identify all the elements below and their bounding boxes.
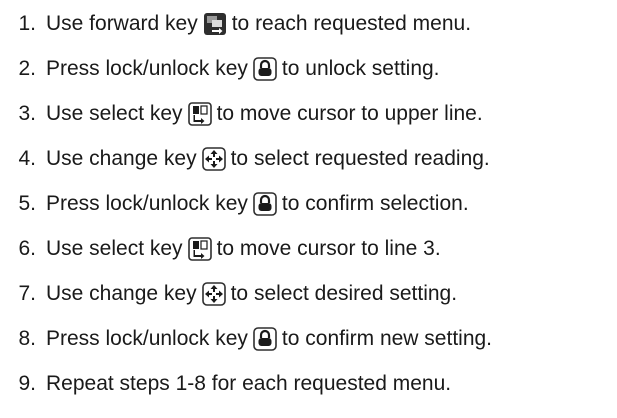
- step-text-before: Use change key: [46, 282, 197, 305]
- step-4: 4. Use change key to select requested re…: [0, 139, 490, 179]
- select-key-icon: [187, 102, 212, 126]
- change-key-icon: [201, 282, 226, 306]
- step-text-after: to move cursor to line 3.: [216, 237, 441, 260]
- step-text-before: Use select key: [46, 237, 183, 260]
- step-text-before: Press lock/unlock key: [46, 57, 248, 80]
- step-9: 9. Repeat steps 1-8 for each requested m…: [0, 364, 451, 404]
- step-text-before: Use select key: [46, 102, 183, 125]
- change-key-icon: [201, 147, 226, 171]
- step-number: 2.: [18, 57, 36, 80]
- step-text-after: to reach requested menu.: [231, 12, 472, 35]
- step-5: 5. Press lock/unlock key to confirm sele…: [0, 184, 469, 224]
- step-number: 7.: [18, 282, 36, 305]
- step-6: 6. Use select key to move cursor to line…: [0, 229, 441, 269]
- forward-key-icon: [203, 12, 227, 36]
- step-2: 2. Press lock/unlock key to unlock setti…: [0, 49, 440, 89]
- step-text-after: to select desired setting.: [230, 282, 458, 305]
- lock-unlock-key-icon: [253, 57, 277, 81]
- lock-unlock-key-icon: [253, 327, 277, 351]
- step-text-before: Use change key: [46, 147, 197, 170]
- step-text-after: to unlock setting.: [281, 57, 440, 80]
- lock-unlock-key-icon: [253, 192, 277, 216]
- step-text-before: Press lock/unlock key: [46, 192, 248, 215]
- step-number: 9.: [18, 372, 36, 395]
- step-number: 1.: [18, 12, 36, 35]
- step-number: 6.: [18, 237, 36, 260]
- step-number: 3.: [18, 102, 36, 125]
- step-text-before: Press lock/unlock key: [46, 327, 248, 350]
- step-text-before: Use forward key: [46, 12, 198, 35]
- step-3: 3. Use select key to move cursor to uppe…: [0, 94, 483, 134]
- step-number: 4.: [18, 147, 36, 170]
- step-7: 7. Use change key to select desired sett…: [0, 274, 457, 314]
- step-text-after: to move cursor to upper line.: [216, 102, 483, 125]
- step-8: 8. Press lock/unlock key to confirm new …: [0, 319, 492, 359]
- step-text-before: Repeat steps 1-8 for each requested menu…: [46, 372, 452, 395]
- select-key-icon: [187, 237, 212, 261]
- step-number: 5.: [18, 192, 36, 215]
- step-text-after: to confirm selection.: [281, 192, 469, 215]
- step-number: 8.: [18, 327, 36, 350]
- step-1: 1. Use forward key to reach requested me…: [0, 4, 471, 44]
- step-text-after: to confirm new setting.: [281, 327, 493, 350]
- step-text-after: to select requested reading.: [230, 147, 490, 170]
